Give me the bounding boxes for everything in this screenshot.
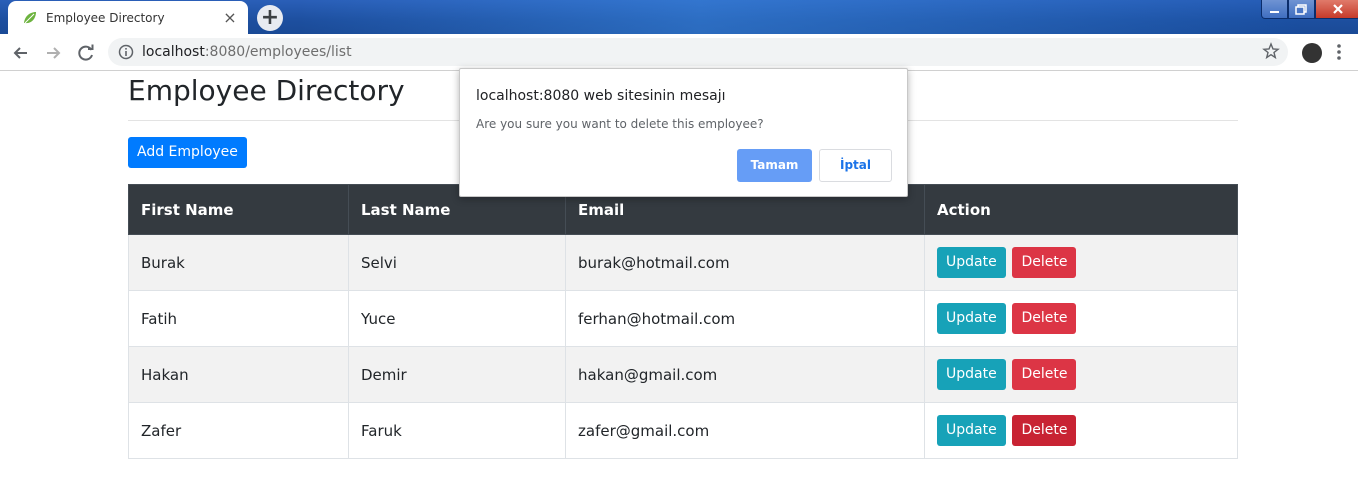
cell-action: Update Delete: [924, 346, 1238, 403]
cell-last-name: Demir: [348, 346, 566, 403]
tab-close-icon[interactable]: ×: [222, 9, 238, 26]
cell-first-name: Zafer: [128, 402, 349, 459]
new-tab-button[interactable]: +: [257, 5, 283, 31]
bookmark-star-icon[interactable]: [1262, 42, 1280, 60]
url-host: localhost: [142, 44, 205, 60]
table-row: Burak Selvi burak@hotmail.com Update Del…: [128, 234, 1238, 291]
update-button[interactable]: Update: [937, 247, 1006, 278]
table-row: Zafer Faruk zafer@gmail.com Update Delet…: [128, 402, 1238, 459]
cell-email: ferhan@hotmail.com: [565, 290, 925, 347]
delete-button[interactable]: Delete: [1012, 359, 1077, 390]
cell-last-name: Selvi: [348, 234, 566, 291]
page-title: Employee Directory: [128, 74, 405, 107]
cell-first-name: Burak: [128, 234, 349, 291]
delete-button[interactable]: Delete: [1012, 415, 1077, 446]
dialog-message: Are you sure you want to delete this emp…: [476, 117, 764, 131]
address-bar[interactable]: localhost:8080/employees/list: [108, 38, 1288, 66]
header-first-name: First Name: [128, 184, 349, 235]
close-icon: [1333, 4, 1343, 14]
update-button[interactable]: Update: [937, 415, 1006, 446]
back-arrow-icon[interactable]: [10, 42, 32, 64]
cell-action: Update Delete: [924, 234, 1238, 291]
url-text: localhost:8080/employees/list: [142, 44, 352, 60]
cell-last-name: Faruk: [348, 402, 566, 459]
minimize-icon: [1270, 11, 1279, 13]
spring-leaf-icon: [24, 11, 36, 23]
delete-button[interactable]: Delete: [1012, 247, 1077, 278]
update-button[interactable]: Update: [937, 359, 1006, 390]
close-window-button[interactable]: [1315, 0, 1358, 19]
confirm-dialog: localhost:8080 web sitesinin mesajı Are …: [459, 68, 908, 197]
window-controls: [1261, 0, 1358, 19]
cell-email: hakan@gmail.com: [565, 346, 925, 403]
menu-dots-icon[interactable]: [1336, 43, 1342, 61]
browser-tab[interactable]: Employee Directory ×: [8, 1, 248, 34]
dialog-cancel-button[interactable]: İptal: [819, 149, 892, 182]
update-button[interactable]: Update: [937, 303, 1006, 334]
add-employee-button[interactable]: Add Employee: [128, 137, 247, 168]
cell-first-name: Fatih: [128, 290, 349, 347]
cell-action: Update Delete: [924, 402, 1238, 459]
employee-table: First Name Last Name Email Action Burak …: [128, 184, 1238, 459]
url-path: :8080/employees/list: [204, 44, 352, 60]
delete-button[interactable]: Delete: [1012, 303, 1077, 334]
dialog-title: localhost:8080 web sitesinin mesajı: [476, 88, 726, 104]
info-icon[interactable]: [118, 44, 134, 60]
profile-avatar[interactable]: [1302, 43, 1322, 63]
table-row: Fatih Yuce ferhan@hotmail.com Update Del…: [128, 290, 1238, 347]
cell-email: burak@hotmail.com: [565, 234, 925, 291]
dialog-ok-button[interactable]: Tamam: [737, 149, 812, 182]
restore-icon: [1295, 4, 1307, 15]
cell-action: Update Delete: [924, 290, 1238, 347]
cell-last-name: Yuce: [348, 290, 566, 347]
header-action: Action: [924, 184, 1238, 235]
tab-title: Employee Directory: [46, 10, 165, 25]
browser-toolbar: localhost:8080/employees/list: [0, 34, 1358, 71]
cell-email: zafer@gmail.com: [565, 402, 925, 459]
maximize-button[interactable]: [1288, 0, 1315, 19]
window-titlebar: Employee Directory × +: [0, 0, 1358, 34]
cell-first-name: Hakan: [128, 346, 349, 403]
forward-arrow-icon[interactable]: [42, 42, 64, 64]
titlebar-background: [300, 0, 1300, 34]
reload-icon[interactable]: [75, 42, 97, 64]
minimize-button[interactable]: [1261, 0, 1288, 19]
table-row: Hakan Demir hakan@gmail.com Update Delet…: [128, 346, 1238, 403]
